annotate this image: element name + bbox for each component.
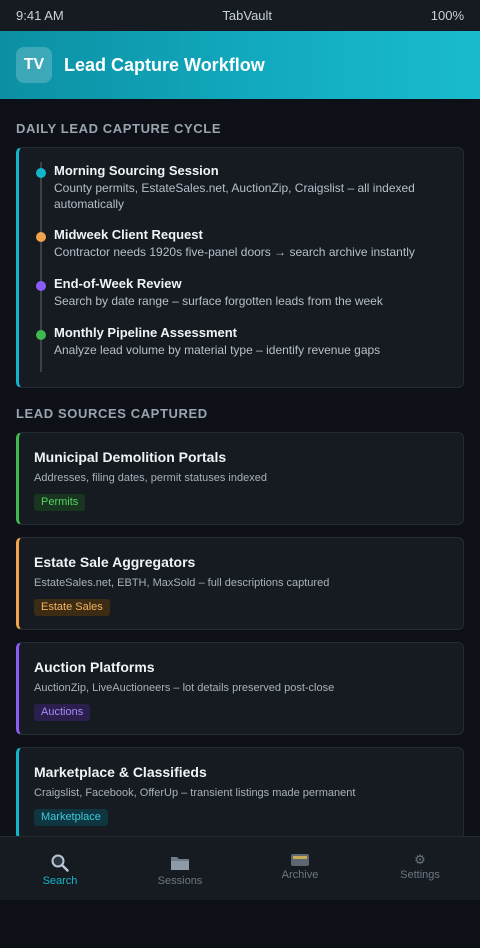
source-card-auctions[interactable]: Auction Platforms AuctionZip, LiveAuctio… bbox=[16, 642, 464, 735]
source-card-marketplace[interactable]: Marketplace & Classifieds Craigslist, Fa… bbox=[16, 747, 464, 840]
source-card-estate-sales[interactable]: Estate Sale Aggregators EstateSales.net,… bbox=[16, 537, 464, 630]
cycle-timeline-card: Morning Sourcing Session County permits,… bbox=[16, 147, 464, 388]
timeline-dot bbox=[36, 168, 46, 178]
tab-label: Sessions bbox=[157, 875, 203, 887]
sources-section-heading: LEAD SOURCES CAPTURED bbox=[16, 406, 208, 421]
page-title: Lead Capture Workflow bbox=[64, 54, 265, 75]
timeline-dot bbox=[36, 232, 46, 242]
timeline-item-title: Midweek Client Request bbox=[54, 227, 203, 242]
status-app-name: TabVault bbox=[222, 8, 273, 23]
source-card-title: Municipal Demolition Portals bbox=[34, 449, 227, 465]
status-time: 9:41 AM bbox=[16, 8, 64, 23]
source-badge: Marketplace bbox=[34, 809, 108, 826]
source-card-title: Marketplace & Classifieds bbox=[34, 764, 207, 780]
tab-settings[interactable]: ⚙ Settings bbox=[360, 837, 480, 900]
source-card-desc: EstateSales.net, EBTH, MaxSold – full de… bbox=[34, 577, 330, 589]
timeline-item-desc: County permits, EstateSales.net, Auction… bbox=[54, 181, 415, 211]
tab-label: Settings bbox=[400, 869, 440, 881]
tab-label: Search bbox=[42, 875, 78, 887]
tab-label: Archive bbox=[281, 869, 319, 881]
source-card-title: Auction Platforms bbox=[34, 659, 155, 675]
home-indicator-area bbox=[0, 900, 480, 948]
source-card-desc: AuctionZip, LiveAuctioneers – lot detail… bbox=[34, 682, 335, 694]
source-badge: Auctions bbox=[34, 704, 91, 721]
cycle-section-heading: DAILY LEAD CAPTURE CYCLE bbox=[16, 121, 222, 136]
source-card-permits[interactable]: Municipal Demolition Portals Addresses, … bbox=[16, 432, 464, 525]
archive-icon bbox=[290, 851, 310, 869]
timeline-dot bbox=[36, 281, 46, 291]
tab-sessions[interactable]: Sessions bbox=[120, 837, 240, 900]
source-card-desc: Craigslist, Facebook, OfferUp – transien… bbox=[34, 787, 356, 799]
search-icon bbox=[50, 851, 70, 875]
timeline-line bbox=[40, 162, 42, 372]
timeline-item-title: Morning Sourcing Session bbox=[54, 163, 219, 178]
folder-icon bbox=[169, 851, 191, 875]
tab-archive[interactable]: Archive bbox=[240, 837, 360, 900]
source-card-desc: Addresses, filing dates, permit statuses… bbox=[34, 472, 267, 484]
timeline-item-desc: Search by date range – surface forgotten… bbox=[54, 294, 383, 308]
app-header: TV Lead Capture Workflow bbox=[0, 31, 480, 99]
timeline-dot bbox=[36, 330, 46, 340]
tab-search[interactable]: Search bbox=[0, 837, 120, 900]
status-bar: 9:41 AM TabVault 100% bbox=[0, 0, 480, 31]
status-battery: 100% bbox=[430, 8, 464, 23]
bottom-tab-bar: Search Sessions Archive ⚙ Settings bbox=[0, 836, 480, 900]
source-badge: Estate Sales bbox=[34, 599, 110, 616]
timeline-item-title: End-of-Week Review bbox=[54, 276, 182, 291]
timeline-item-desc: Analyze lead volume by material type – i… bbox=[54, 343, 381, 357]
timeline-item-desc: Contractor needs 1920s five-panel doors … bbox=[54, 245, 415, 259]
gear-icon: ⚙ bbox=[414, 852, 426, 867]
app-logo: TV bbox=[16, 47, 52, 83]
source-badge: Permits bbox=[34, 494, 86, 511]
timeline-item-title: Monthly Pipeline Assessment bbox=[54, 325, 238, 340]
source-card-title: Estate Sale Aggregators bbox=[34, 554, 196, 570]
